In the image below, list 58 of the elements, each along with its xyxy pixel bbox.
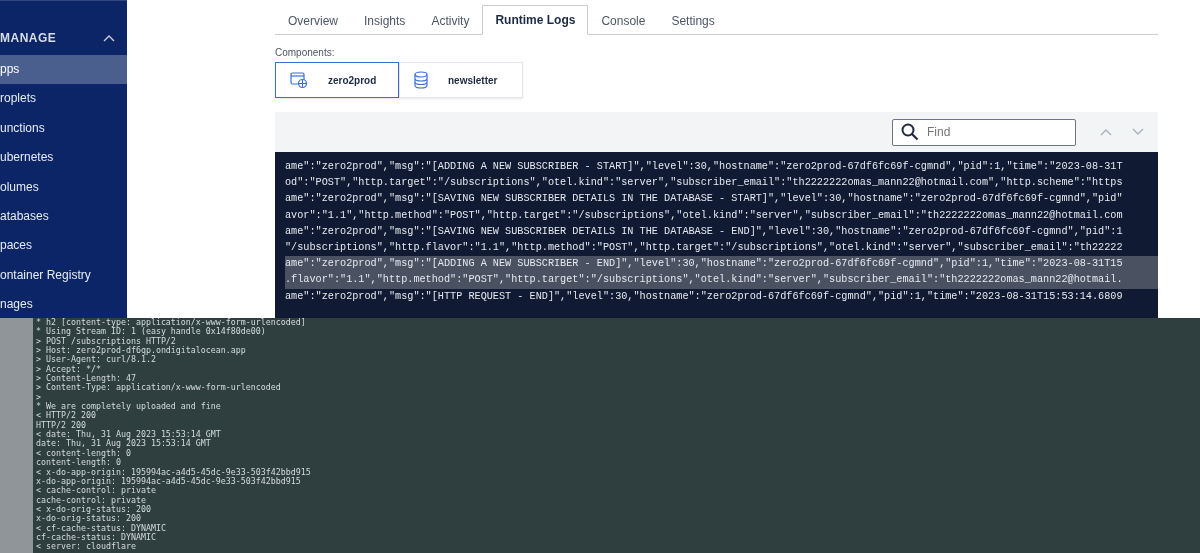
terminal-line: > Content-Type: application/x-www-form-urlencoded: [36, 383, 281, 393]
tab[interactable]: Settings: [658, 5, 728, 35]
terminal-line: >: [36, 392, 41, 402]
tab[interactable]: Runtime Logs: [482, 5, 589, 35]
sidebar-item[interactable]: roplets: [0, 84, 127, 114]
terminal-line: > Host: zero2prod-df6qp.ondigitalocean.app: [36, 346, 246, 356]
tab[interactable]: Activity: [418, 5, 483, 35]
terminal-line: cf-cache-status: DYNAMIC: [36, 532, 156, 542]
log-line: avor":"1.1","http.method":"POST","http.target":"/subscriptions","otel.kind":"server","subscriber_email":"th2222222omas_mann22@hotmail.com: [285, 208, 1124, 223]
search-input[interactable]: Find: [927, 121, 1067, 143]
terminal-line: < server: cloudflare: [36, 542, 136, 552]
chevron-up-icon[interactable]: [1100, 128, 1112, 136]
log-line: ame":"zero2prod","msg":"[SAVING NEW SUBSCRIBER DETAILS IN THE DATABASE - START]","level":30,"hostname":"zero2prod-67df6fc69f-cgmnd","pid": [285, 192, 1124, 207]
terminal-line: HTTP/2 200: [36, 420, 86, 430]
terminal-line: < cache-control: private: [36, 486, 156, 496]
terminal-line: > Accept: */*: [36, 364, 101, 375]
terminal-line: > Content-Length: 47: [36, 374, 136, 384]
sidebar-item[interactable]: atabases: [0, 201, 127, 232]
terminal-line: > POST /subscriptions HTTP/2: [36, 336, 176, 347]
terminal-line: * Using Stream ID: 1 (easy handle 0x14f80de00): [36, 327, 266, 337]
tab[interactable]: Console: [588, 5, 659, 35]
terminal-line: < cf-cache-status: DYNAMIC: [36, 523, 166, 533]
sidebar-item[interactable]: ubernetes: [0, 143, 127, 173]
terminal-line: < x-do-app-origin: 195994ac-a4d5-45dc-9e33-503f42bbd915: [36, 467, 311, 477]
sidebar-item[interactable]: pps: [0, 55, 127, 85]
tab[interactable]: Overview: [275, 5, 351, 35]
tab[interactable]: Insights: [351, 5, 419, 35]
globe-window-icon: [290, 71, 308, 89]
search-icon: [901, 123, 919, 141]
log-line: ame":"zero2prod","msg":"[ADDING A NEW SUBSCRIBER - START]","level":30,"hostname":"zero2prod-67df6fc69f-cgmnd","pid":1,"time":"2023-08-31T: [285, 160, 1124, 174]
caret-icon[interactable]: [103, 34, 115, 42]
terminal-line: x-do-orig-status: 200: [36, 514, 141, 524]
terminal-line: content-length: 0: [36, 458, 121, 468]
sidebar-item[interactable]: unctions: [0, 113, 127, 144]
components-label: Components:: [275, 47, 336, 58]
log-line: "/subscriptions","http.flavor":"1.1","http.method":"POST","http.target":"/subscriptions","otel.kind":"server","subscriber_email":"th22222: [285, 241, 1124, 255]
section-heading: MANAGE: [0, 31, 57, 45]
sidebar-item[interactable]: paces: [0, 231, 127, 261]
sidebar-item[interactable]: ontainer Registry: [0, 260, 127, 291]
terminal-line: > User-Agent: curl/8.1.2: [36, 355, 156, 365]
terminal-line: cache-control: private: [36, 495, 146, 505]
terminal-line: < content-length: 0: [36, 448, 131, 459]
database-icon: [414, 71, 428, 89]
log-line: od":"POST","http.target":"/subscriptions","otel.kind":"server","subscriber_email":"th2222222omas_mann22@hotmail.com","http.scheme":"https: [285, 176, 1124, 191]
component-button[interactable]: zero2prod: [275, 62, 399, 98]
log-line: ame":"zero2prod","msg":"[SAVING NEW SUBSCRIBER DETAILS IN THE DATABASE - END]","level":30,"hostname":"zero2prod-67df6fc69f-cgmnd","pid":1: [285, 224, 1124, 239]
search-field[interactable]: Find: [892, 118, 1076, 146]
terminal-line: date: Thu, 31 Aug 2023 15:53:14 GMT: [36, 439, 211, 449]
chevron-down-icon[interactable]: [1132, 128, 1144, 136]
terminal-line: * h2 [content-type: application/x-www-form-urlencoded]: [36, 318, 306, 328]
terminal-line: x-do-app-origin: 195994ac-a4d5-45dc-9e33-503f42bbd915: [36, 476, 301, 487]
terminal-line: * We are completely uploaded and fine: [36, 402, 221, 412]
terminal-line: < date: Thu, 31 Aug 2023 15:53:14 GMT: [36, 430, 221, 440]
component-button[interactable]: newsletter: [399, 62, 523, 98]
sidebar-item[interactable]: olumes: [0, 172, 127, 202]
terminal-line: < HTTP/2 200: [36, 411, 96, 421]
log-line: ame":"zero2prod","msg":"[HTTP REQUEST - END]","level":30,"hostname":"zero2prod-67df6fc69f-cgmnd","pid":1,"time":"2023-08-31T15:53:14.6809: [285, 289, 1124, 304]
terminal-line: < x-do-orig-status: 200: [36, 504, 151, 515]
